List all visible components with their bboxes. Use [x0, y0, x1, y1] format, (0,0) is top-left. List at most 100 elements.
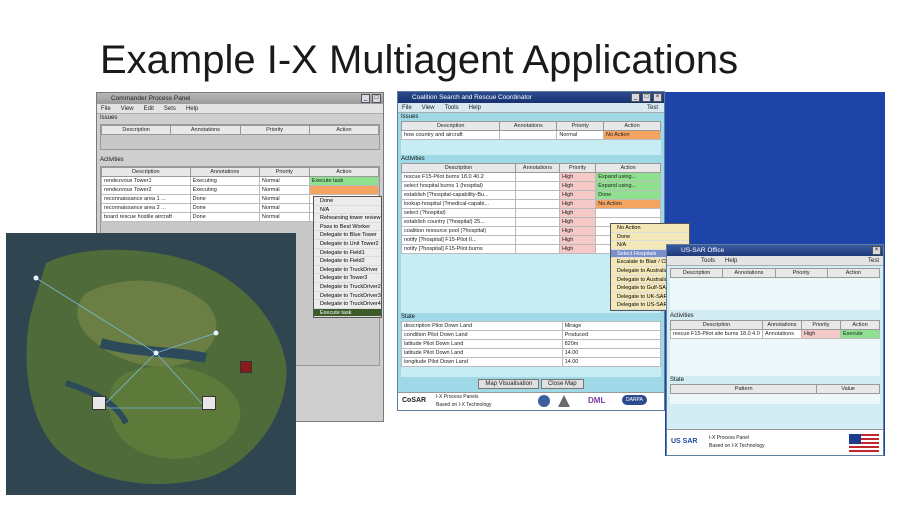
puzzle-logo-icon	[538, 395, 550, 407]
menu-item-selected[interactable]: Execute task	[314, 308, 381, 318]
maximize-icon[interactable]: □	[642, 93, 651, 102]
commander-action-menu[interactable]: Done N/A Rehearsing tower review Pass to…	[313, 196, 382, 319]
cell-pattern: latitude Pilot Down Land	[401, 348, 563, 358]
table-row[interactable]: rendezvous Tower2 Executing Normal	[101, 185, 380, 195]
menu-item[interactable]: Rehearsing tower review	[314, 214, 381, 223]
cell-action[interactable]: Expand using...	[595, 172, 661, 182]
menu-file[interactable]: File	[101, 104, 111, 113]
menu-item[interactable]: N/A	[314, 206, 381, 215]
menu-item[interactable]: No Action	[611, 224, 689, 233]
unit-marker-icon[interactable]	[92, 396, 106, 410]
cell-priority[interactable]: Normal	[258, 203, 310, 213]
menu-item[interactable]: Delegate to Field1	[314, 249, 381, 258]
table-row[interactable]: lookup-hospital (?medical-capabi... High N…	[401, 199, 661, 209]
menu-item[interactable]: Done	[611, 233, 689, 242]
cell-priority[interactable]: High	[558, 217, 597, 227]
cell-action[interactable]: Execute task	[308, 176, 380, 186]
menu-view[interactable]: View	[422, 103, 435, 112]
cell-priority[interactable]: High	[558, 181, 597, 191]
menu-sets[interactable]: Sets	[164, 104, 176, 113]
minimize-icon[interactable]: _	[361, 94, 370, 103]
close-icon[interactable]: ×	[653, 93, 662, 102]
cell-action[interactable]: No Action	[595, 199, 661, 209]
table-row[interactable]: rendezvous Tower1 Executing Normal Execu…	[101, 176, 380, 186]
menu-item[interactable]: Pass to Best Worker	[314, 223, 381, 232]
cell-action[interactable]	[595, 208, 661, 218]
cell-description: reconnaissance area 2 ...	[101, 203, 191, 213]
menu-tools[interactable]: Tools	[445, 103, 459, 112]
activities-table: Description Annotations Priority Action …	[670, 320, 881, 339]
cell-pattern: description Pilot Down Land	[401, 321, 563, 331]
menu-help[interactable]: Help	[725, 256, 737, 265]
table-row[interactable]: longitude Pilot Down Land 14.00	[401, 357, 662, 367]
menu-item[interactable]: Delegate to TruckDriver	[314, 266, 381, 275]
cell-priority[interactable]: High	[558, 208, 597, 218]
minimize-icon[interactable]: _	[631, 93, 640, 102]
cell-annotation: Annotations	[761, 329, 802, 339]
commander-menubar: File View Edit Sets Help	[97, 104, 383, 114]
column-header: Description	[100, 125, 172, 135]
column-header: Annotations	[722, 268, 776, 278]
menu-item[interactable]: Delegate to TruckDriver3	[314, 292, 381, 301]
unit-marker-icon[interactable]	[202, 396, 216, 410]
menu-item[interactable]: Delegate to Tower3	[314, 274, 381, 283]
menu-item[interactable]: Delegate to Unit Tower2	[314, 240, 381, 249]
menu-view[interactable]: View	[121, 104, 134, 113]
table-row[interactable]: select hospital burns 1 (hospital) High Ex…	[401, 181, 661, 191]
footer-text-2: Based on I-X Technology	[709, 443, 765, 449]
cell-action[interactable]: Expand using...	[595, 181, 661, 191]
menu-item[interactable]: Done	[314, 197, 381, 206]
menu-test[interactable]: Test	[647, 103, 658, 113]
cell-priority[interactable]: Normal	[556, 130, 604, 140]
table-row[interactable]: select (?hospital) High	[401, 208, 661, 218]
cell-priority[interactable]: Normal	[258, 185, 310, 195]
table-row[interactable]: how country and aircraft Normal No Actio…	[400, 130, 662, 140]
cell-annotation	[514, 199, 560, 209]
cell-priority[interactable]: High	[558, 172, 597, 182]
menu-edit[interactable]: Edit	[144, 104, 154, 113]
ussar-titlebar: US-SAR Office ×	[667, 245, 883, 256]
state-label: State	[670, 377, 685, 383]
cell-priority[interactable]: High	[800, 329, 841, 339]
menu-item[interactable]: Delegate to Field2	[314, 257, 381, 266]
table-row[interactable]: latitude Pilot Down Land 14.00	[401, 348, 662, 358]
coalition-title: Coalition Search and Rescue Coordinator	[412, 94, 532, 101]
cell-priority[interactable]: High	[558, 199, 597, 209]
column-header: Priority	[239, 125, 310, 135]
hostile-marker-icon[interactable]	[240, 361, 252, 373]
table-row[interactable]: establish [?hospital-capability-Bu... Hig…	[401, 190, 661, 200]
menu-item[interactable]: Delegate to TruckDriver2	[314, 283, 381, 292]
cell-priority[interactable]: Normal	[258, 176, 310, 186]
menu-item[interactable]: Delegate to TruckDriver4	[314, 300, 381, 309]
cell-priority[interactable]: Normal	[258, 212, 310, 222]
cell-priority[interactable]: High	[558, 190, 597, 200]
cell-action[interactable]: Done	[595, 190, 661, 200]
menu-tools[interactable]: Tools	[701, 256, 715, 265]
table-row[interactable]: rescue F15-Pilot site burns 18.0 4.0 Ann…	[670, 329, 881, 339]
menu-help[interactable]: Help	[186, 104, 198, 113]
table-row[interactable]: condition Pilot Down Land Produced	[401, 330, 662, 340]
cell-action[interactable]: No Action	[602, 130, 662, 140]
close-map-button[interactable]: Close Map	[540, 379, 584, 389]
cell-action[interactable]	[308, 185, 380, 195]
menu-help[interactable]: Help	[469, 103, 481, 112]
table-row[interactable]: latitude Pilot Down Land 820m	[401, 339, 662, 349]
table-row[interactable]: description Pilot Down Land Mirage	[401, 321, 662, 331]
close-icon[interactable]: ×	[872, 246, 881, 255]
cell-value: 14.00	[561, 357, 662, 367]
table-row[interactable]: rescue F15-Pilot burns 18.0 40.2 High Expa…	[401, 172, 661, 182]
cell-action[interactable]: Execute	[839, 329, 881, 339]
state-label: State	[401, 314, 416, 320]
menu-file[interactable]: File	[402, 103, 412, 112]
maximize-icon[interactable]: □	[372, 94, 381, 103]
cell-priority[interactable]: High	[558, 226, 597, 236]
cell-priority[interactable]: High	[558, 235, 597, 245]
island-map[interactable]	[6, 233, 296, 495]
cell-priority[interactable]: Normal	[258, 194, 310, 204]
cell-priority[interactable]: High	[558, 244, 597, 254]
map-visualisation-button[interactable]: Map Visualisation	[478, 379, 540, 389]
menu-item[interactable]: Delegate to Blue Tower	[314, 231, 381, 240]
state-table-area: Pattern Value	[669, 384, 880, 404]
menu-test[interactable]: Test	[868, 256, 879, 266]
column-header: Action	[308, 167, 380, 177]
